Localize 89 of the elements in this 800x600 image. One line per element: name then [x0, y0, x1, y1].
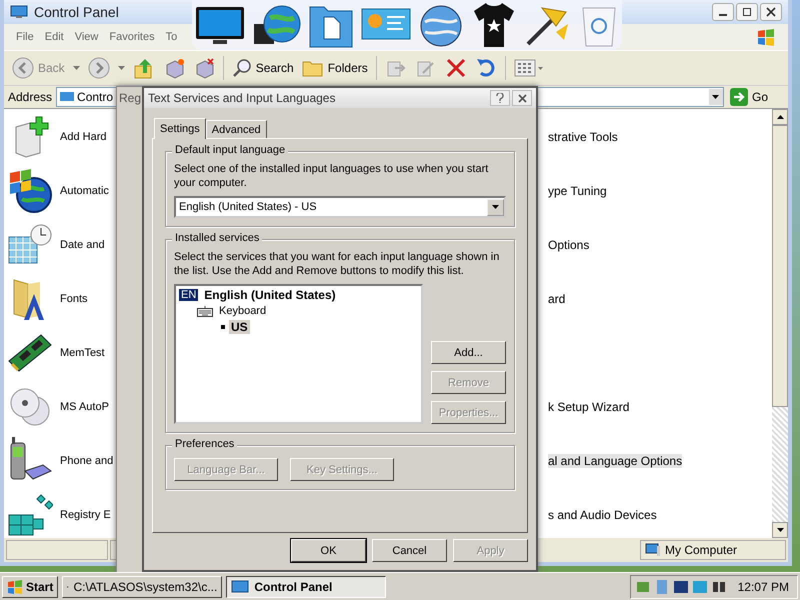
tree-item[interactable]: US	[229, 320, 250, 334]
tray-icon[interactable]	[672, 578, 689, 594]
close-icon	[766, 7, 776, 17]
clock: 12:07 PM	[738, 580, 789, 594]
caret-icon	[118, 66, 125, 70]
menu-item[interactable]: Favorites	[109, 31, 155, 43]
keyboard-icon	[197, 305, 213, 317]
address-label: Address	[8, 90, 52, 104]
monitor-icon[interactable]	[195, 5, 246, 45]
close-icon	[518, 94, 526, 102]
tab[interactable]: Settings	[154, 118, 206, 139]
tab[interactable]: Advanced	[206, 120, 267, 138]
control-panel-item[interactable]: MS AutoP	[60, 401, 109, 413]
scrollbar[interactable]	[772, 109, 788, 538]
dropdown-button[interactable]	[487, 198, 504, 216]
cubes-icon	[7, 493, 53, 537]
menu-item[interactable]: To	[166, 31, 178, 43]
menu-item[interactable]: Edit	[44, 31, 64, 43]
help-button[interactable]	[490, 90, 510, 106]
tshirt-icon[interactable]	[472, 1, 516, 49]
control-panel-item[interactable]: Date and	[60, 239, 105, 251]
status-location: My Computer	[665, 543, 738, 557]
caret-icon	[492, 205, 499, 209]
taskbar-button[interactable]: C:\ATLASOS\system32\c...	[62, 576, 222, 598]
maximize-button[interactable]	[736, 3, 758, 21]
start-button[interactable]: Start	[2, 576, 58, 598]
control-panel-item[interactable]: al and Language Options	[548, 454, 682, 468]
control-panel-item[interactable]: Registry E	[60, 509, 111, 521]
monitor-icon	[10, 5, 28, 19]
dialog-button[interactable]: Add...	[431, 341, 506, 364]
control-panel-item[interactable]: ard	[548, 292, 566, 306]
control-panel-item[interactable]: Add Hard	[60, 131, 106, 143]
dropdown-button[interactable]	[708, 89, 723, 105]
minimize-icon	[719, 14, 727, 16]
close-button[interactable]	[512, 90, 532, 106]
dialog-title: Text Services and Input Languages	[148, 91, 336, 105]
group-heading: Preferences	[172, 438, 238, 450]
windows-flag-icon	[756, 28, 776, 46]
undo-icon[interactable]	[474, 57, 497, 79]
control-panel-item[interactable]: s and Audio Devices	[548, 508, 657, 522]
group-heading: Default input language	[172, 144, 288, 156]
search-icon	[232, 58, 252, 78]
caret-icon	[776, 115, 784, 119]
scroll-up-button[interactable]	[772, 109, 788, 125]
description-text: Select one of the installed input languages to use when you start your computer.	[174, 162, 490, 190]
minimize-button[interactable]	[712, 3, 734, 21]
control-panel-item[interactable]: ype Tuning	[548, 184, 607, 198]
close-button[interactable]	[760, 3, 782, 21]
tree-item[interactable]: Keyboard	[217, 305, 268, 317]
description-text: Select the services that you want for each input language shown in the list. Use the Add and Remove buttons to modify this list.	[174, 250, 500, 278]
control-panel-item[interactable]: MemTest	[60, 347, 105, 359]
group-heading: Installed services	[172, 232, 262, 244]
help-icon	[496, 93, 504, 103]
delete-icon[interactable]	[444, 57, 467, 79]
language-badge: EN	[179, 289, 198, 301]
tree-item[interactable]: English (United States)	[202, 288, 338, 302]
caret-icon	[712, 95, 720, 99]
monitor-icon	[231, 580, 250, 594]
control-panel-item[interactable]: Fonts	[60, 293, 88, 305]
control-panel-item[interactable]: Phone and	[60, 455, 114, 467]
folders-button[interactable]: Folders	[302, 59, 368, 77]
windows-flag-icon	[7, 580, 23, 594]
dialog-title: Reg	[119, 91, 142, 105]
folder-icon	[302, 59, 324, 77]
dialog-button[interactable]: OK	[291, 539, 366, 562]
caret-icon	[72, 66, 80, 70]
memory-chip-icon	[7, 333, 53, 373]
caret-icon	[776, 528, 784, 532]
go-button[interactable]: Go	[728, 88, 784, 106]
window-title: Control Panel	[34, 4, 119, 20]
forward-icon[interactable]	[88, 57, 110, 79]
computer-icon	[645, 543, 661, 557]
control-panel-item[interactable]: Options	[548, 238, 590, 252]
scroll-down-button[interactable]	[772, 522, 788, 538]
control-panel-item[interactable]: k Setup Wizard	[548, 400, 630, 414]
control-panel-item[interactable]: Automatic	[60, 185, 109, 197]
bullet-icon	[221, 325, 225, 329]
scroll-thumb[interactable]	[772, 125, 788, 407]
dialog-button[interactable]: Cancel	[372, 539, 447, 562]
menu-item[interactable]: File	[16, 31, 34, 43]
language-dropdown[interactable]: English (United States) - US	[174, 196, 506, 218]
search-button[interactable]: Search	[232, 58, 294, 78]
views-icon[interactable]	[514, 58, 544, 78]
menu-item[interactable]: View	[74, 31, 98, 43]
control-panel-item[interactable]: strative Tools	[548, 130, 618, 144]
maximize-icon	[742, 7, 752, 17]
services-tree[interactable]: EN English (United States) Keyboard US	[174, 284, 423, 424]
monitor-icon	[59, 91, 76, 103]
taskbar-button[interactable]: Control Panel	[226, 576, 386, 598]
